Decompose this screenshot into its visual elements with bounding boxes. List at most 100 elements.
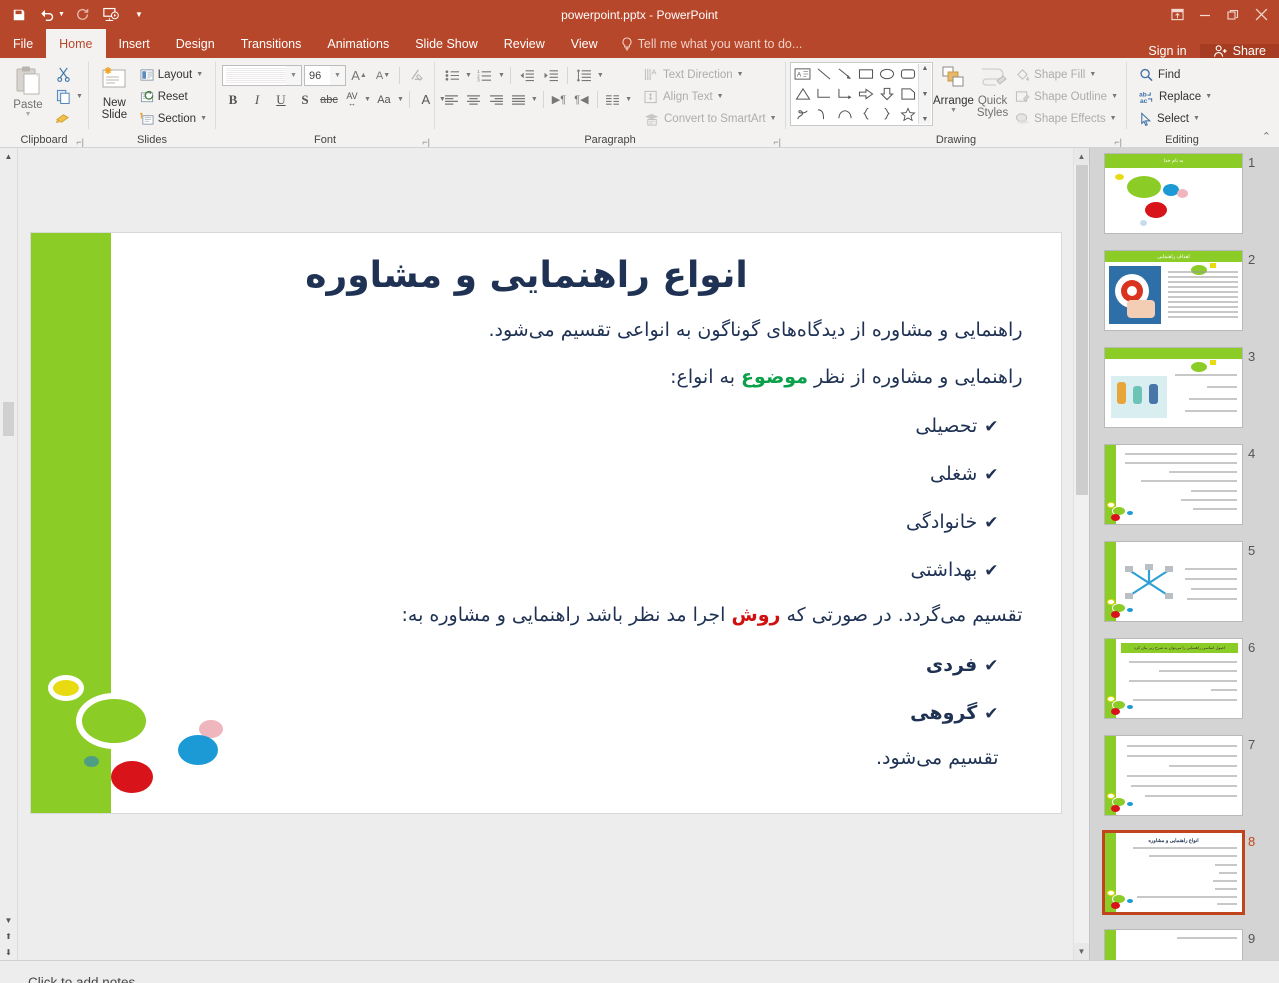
slide-bullet-3[interactable]: ✔ خانوادگی (31, 511, 1023, 533)
shape-star-icon[interactable] (897, 104, 918, 124)
shapes-scrollbar[interactable]: ▲ ▼ ▼ (918, 64, 931, 124)
increase-font-size-icon[interactable]: A ▲ (348, 65, 370, 86)
thumbnail-slide-1[interactable]: به نام خدا (1105, 154, 1242, 233)
customize-qat-icon[interactable]: ▼ (126, 3, 152, 27)
replace-caret[interactable]: ▼ (1205, 93, 1212, 100)
shape-down-arrow-icon[interactable] (876, 84, 897, 104)
scrollbar-thumb[interactable] (1075, 165, 1088, 495)
change-case-caret[interactable]: ▼ (397, 96, 404, 103)
select-caret[interactable]: ▼ (1193, 115, 1200, 122)
thumbnail-row-2[interactable]: اهداف راهنمایی 2 (1090, 233, 1279, 330)
thumbnail-row-8[interactable]: انواع راهنمایی و مشاوره 8 (1090, 815, 1279, 912)
thumbnail-slide-6[interactable]: اصول اساسی راهنمایی را می‌توان به شرح زی… (1105, 639, 1242, 718)
paragraph-dialog-launcher[interactable]: ⌐| (773, 137, 781, 147)
collapse-ribbon-icon[interactable]: ⌃ (1262, 130, 1271, 143)
section-caret[interactable]: ▼ (200, 115, 207, 122)
underline-button[interactable]: U (270, 89, 292, 110)
scrollbar-up-arrow-icon[interactable]: ▲ (1073, 148, 1090, 165)
tab-animations[interactable]: Animations (314, 29, 402, 58)
font-color-icon[interactable]: A (415, 89, 437, 110)
replace-button[interactable]: ab ac Replace ▼ (1135, 86, 1216, 107)
left-scroll-thumb[interactable] (3, 402, 14, 436)
numbering-icon[interactable]: 123 (474, 65, 496, 86)
tab-insert[interactable]: Insert (106, 29, 163, 58)
align-caret[interactable]: ▼ (531, 96, 538, 103)
shape-curve-icon[interactable] (813, 104, 834, 124)
scroll-up-arrow-icon[interactable]: ▲ (0, 148, 18, 164)
character-spacing-icon[interactable]: AV ↔ (342, 89, 362, 110)
format-painter-icon[interactable] (52, 108, 74, 129)
shapes-scroll-up-icon[interactable]: ▲ (922, 65, 929, 72)
tab-transitions[interactable]: Transitions (228, 29, 315, 58)
arrange-button[interactable]: Arrange ▼ (933, 62, 974, 114)
shape-right-arrow-icon[interactable] (855, 84, 876, 104)
rtl-text-direction-icon[interactable]: ¶◀ (571, 89, 591, 110)
shape-line-icon[interactable] (813, 64, 834, 84)
character-spacing-caret[interactable]: ▼ (364, 96, 371, 103)
shape-pentagon-icon[interactable] (897, 84, 918, 104)
restore-icon[interactable] (1219, 2, 1247, 28)
slide-bullet-1[interactable]: ✔ تحصیلی (31, 415, 1023, 437)
shape-arc-icon[interactable] (834, 104, 855, 124)
shape-rounded-rectangle-icon[interactable] (897, 64, 918, 84)
share-button[interactable]: Share (1199, 44, 1279, 58)
slide-bullet-4[interactable]: ✔ بهداشتی (31, 559, 1023, 581)
tab-home[interactable]: Home (46, 29, 106, 58)
cut-icon[interactable] (52, 64, 74, 85)
slide-paragraph-3[interactable]: تقسیم می‌گردد. در صورتی که روش اجرا مد ن… (31, 603, 1023, 628)
tab-slide-show[interactable]: Slide Show (402, 29, 491, 58)
select-button[interactable]: Select ▼ (1135, 108, 1216, 129)
next-slide-icon[interactable]: ⬇ (0, 944, 18, 960)
numbering-caret[interactable]: ▼ (498, 72, 505, 79)
undo-icon[interactable] (34, 3, 60, 27)
columns-caret[interactable]: ▼ (625, 96, 632, 103)
line-spacing-icon[interactable] (573, 65, 595, 86)
shape-triangle-icon[interactable] (792, 84, 813, 104)
shape-left-brace-icon[interactable] (855, 104, 876, 124)
reset-button[interactable]: Reset (136, 86, 211, 107)
left-scroll-rail[interactable]: ▲ ▼ ⬆ ⬇ (0, 148, 18, 960)
bullets-icon[interactable] (441, 65, 463, 86)
shapes-gallery[interactable]: A ▲ ▼ ▼ (790, 62, 933, 126)
thumbnail-slide-7[interactable] (1105, 736, 1242, 815)
font-dialog-launcher[interactable]: ⌐| (422, 137, 430, 147)
shape-text-box-icon[interactable]: A (792, 64, 813, 84)
align-center-icon[interactable] (463, 89, 483, 110)
slide-paragraph-2[interactable]: راهنمایی و مشاوره از نظر موضوع به انواع: (31, 365, 1022, 390)
shapes-scroll-down-icon[interactable]: ▼ (922, 91, 929, 98)
italic-button[interactable]: I (246, 89, 268, 110)
clipboard-dialog-launcher[interactable]: ⌐| (76, 137, 84, 147)
previous-slide-icon[interactable]: ⬆ (0, 928, 18, 944)
strikethrough-button[interactable]: abc (318, 89, 340, 110)
change-case-icon[interactable]: Aa (373, 89, 395, 110)
close-icon[interactable] (1247, 2, 1275, 28)
justify-icon[interactable] (508, 89, 528, 110)
copy-dropdown-caret[interactable]: ▼ (76, 93, 83, 100)
thumbnail-slide-9[interactable] (1105, 930, 1242, 960)
thumbnail-slide-3[interactable] (1105, 348, 1242, 427)
decrease-indent-icon[interactable] (516, 65, 538, 86)
thumbnail-row-3[interactable]: 3 (1090, 330, 1279, 427)
slide-thumbnail-pane[interactable]: به نام خدا 1 اهداف راهنمایی 2 3 4 5 اصول… (1089, 148, 1279, 960)
thumbnail-slide-5[interactable] (1105, 542, 1242, 621)
slide-bullet-2[interactable]: ✔ شغلی (31, 463, 1023, 485)
new-slide-button[interactable]: New Slide (93, 62, 136, 121)
thumbnail-row-4[interactable]: 4 (1090, 427, 1279, 524)
arrange-caret[interactable]: ▼ (950, 107, 957, 114)
slide-vertical-scrollbar[interactable]: ▲ ▼ (1073, 148, 1090, 960)
bullets-caret[interactable]: ▼ (465, 72, 472, 79)
paste-button[interactable]: Paste ▼ (4, 62, 52, 118)
save-icon[interactable] (6, 3, 32, 27)
shape-right-brace-icon[interactable] (876, 104, 897, 124)
thumbnail-row-6[interactable]: اصول اساسی راهنمایی را می‌توان به شرح زی… (1090, 621, 1279, 718)
thumbnail-row-1[interactable]: به نام خدا 1 (1090, 148, 1279, 233)
start-presentation-icon[interactable] (98, 3, 124, 27)
thumbnail-slide-2[interactable]: اهداف راهنمایی (1105, 251, 1242, 330)
font-size-caret[interactable]: ▼ (330, 66, 345, 85)
shape-elbow-arrow-icon[interactable] (834, 84, 855, 104)
tab-review[interactable]: Review (491, 29, 558, 58)
ribbon-display-options-icon[interactable] (1163, 2, 1191, 28)
section-button[interactable]: Section ▼ (136, 108, 211, 129)
tab-file[interactable]: File (0, 29, 46, 58)
shapes-more-icon[interactable]: ▼ (922, 116, 929, 123)
